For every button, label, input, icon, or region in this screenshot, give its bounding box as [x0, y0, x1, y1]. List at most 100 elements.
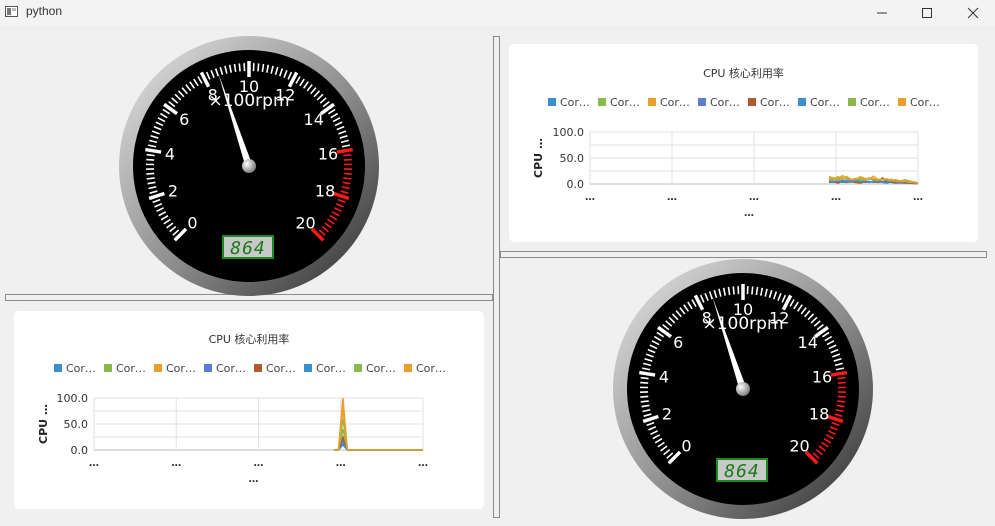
- legend-label[interactable]: Cor…: [166, 362, 196, 375]
- close-button[interactable]: [950, 0, 995, 26]
- legend-label[interactable]: Cor…: [416, 362, 446, 375]
- gauge-minor-tick: [343, 172, 352, 175]
- gauge-minor-tick: [343, 177, 352, 180]
- legend-label[interactable]: Cor…: [216, 362, 246, 375]
- x-tick-label: …: [831, 192, 841, 203]
- legend-label[interactable]: Cor…: [710, 96, 740, 109]
- legend-label[interactable]: Cor…: [116, 362, 146, 375]
- gauge-minor-tick: [837, 400, 846, 403]
- gauge-scale-label: 14: [304, 110, 324, 129]
- gauge-scale-label: 4: [165, 144, 175, 163]
- legend-label[interactable]: Cor…: [760, 96, 790, 109]
- legend-label[interactable]: Cor…: [366, 362, 396, 375]
- maximize-button[interactable]: [904, 0, 950, 26]
- gauge-minor-tick: [640, 395, 649, 398]
- legend-marker: [648, 98, 656, 106]
- gauge-minor-tick: [146, 177, 155, 180]
- x-tick-label: …: [89, 458, 99, 469]
- gauge-major-tick: [639, 370, 656, 377]
- gauge-scale-label: 14: [798, 333, 818, 352]
- gauge-scale-label: 16: [318, 144, 338, 163]
- gauge-minor-tick: [640, 376, 649, 380]
- gauge-minor-tick: [233, 63, 237, 73]
- chart-title: CPU 核心利用率: [703, 66, 784, 80]
- maximize-icon: [922, 8, 932, 18]
- minimize-icon: [877, 12, 887, 14]
- y-tick-label: 100.0: [57, 392, 89, 405]
- gauge-scale-label: 6: [179, 110, 189, 129]
- title-bar: python: [0, 0, 995, 26]
- rpm-gauge-right: 02468 10 1214161820×100rpm864: [613, 259, 873, 519]
- gauge-minor-tick: [755, 286, 759, 296]
- lcd-value: 864: [724, 461, 760, 482]
- y-axis-label: CPU …: [532, 138, 545, 178]
- x-tick-label: …: [254, 458, 264, 469]
- x-axis-label: …: [249, 474, 259, 485]
- cpu-chart-bottom: CPU 核心利用率 Cor… Cor… Cor… Cor… Cor… Cor… Cor… Cor…: [37, 332, 446, 485]
- gauge-minor-tick: [343, 158, 352, 161]
- gauge-minor-tick: [146, 158, 155, 161]
- vertical-splitter[interactable]: [493, 36, 500, 518]
- legend-marker: [404, 364, 412, 372]
- legend-marker: [54, 364, 62, 372]
- x-tick-label: …: [585, 192, 595, 203]
- gauge-unit-label: ×100rpm: [208, 91, 289, 111]
- legend-label[interactable]: Cor…: [810, 96, 840, 109]
- gauge-scale-label: 6: [673, 333, 683, 352]
- y-tick-label: 100.0: [553, 126, 585, 139]
- legend-label[interactable]: Cor…: [266, 362, 296, 375]
- legend-marker: [898, 98, 906, 106]
- y-tick-label: 0.0: [71, 444, 89, 457]
- gauge-scale-label: 20: [295, 214, 315, 233]
- gauge-minor-tick: [257, 63, 260, 72]
- gauge-minor-tick: [238, 63, 241, 72]
- gauge-minor-tick: [146, 172, 155, 175]
- gauge-scale-label: 16: [812, 367, 832, 386]
- gauge-minor-tick: [732, 286, 735, 295]
- window-title: python: [26, 4, 63, 18]
- series-line: [334, 408, 423, 451]
- x-tick-label: …: [336, 458, 346, 469]
- gauge-major-tick: [145, 147, 162, 154]
- legend-marker: [748, 98, 756, 106]
- gauge-unit-label: ×100rpm: [702, 314, 783, 334]
- legend-label[interactable]: Cor…: [560, 96, 590, 109]
- legend-label[interactable]: Cor…: [66, 362, 96, 375]
- gauge-minor-tick: [261, 63, 265, 73]
- legend-marker: [154, 364, 162, 372]
- gauge-scale-label: 18: [809, 405, 829, 424]
- close-icon: [967, 7, 979, 19]
- chart-title: CPU 核心利用率: [209, 332, 290, 346]
- gauge-major-tick: [830, 370, 847, 377]
- legend-label[interactable]: Cor…: [860, 96, 890, 109]
- legend-marker: [798, 98, 806, 106]
- x-tick-label: …: [749, 192, 759, 203]
- gauge-minor-tick: [837, 395, 846, 398]
- gauge-minor-tick: [640, 381, 649, 384]
- right-horizontal-splitter[interactable]: [500, 251, 987, 258]
- legend-marker: [848, 98, 856, 106]
- y-axis-label: CPU …: [37, 404, 50, 444]
- gauge-minor-tick: [343, 153, 352, 157]
- legend-marker: [104, 364, 112, 372]
- legend-marker: [698, 98, 706, 106]
- legend-label[interactable]: Cor…: [316, 362, 346, 375]
- legend-marker: [254, 364, 262, 372]
- legend-label[interactable]: Cor…: [660, 96, 690, 109]
- legend-label[interactable]: Cor…: [610, 96, 640, 109]
- legend-marker: [354, 364, 362, 372]
- minimize-button[interactable]: [859, 0, 905, 26]
- x-tick-label: …: [418, 458, 428, 469]
- y-tick-label: 0.0: [567, 178, 585, 191]
- x-tick-label: …: [667, 192, 677, 203]
- gauge-scale-label: 18: [315, 182, 335, 201]
- gauge-scale-label: 0: [681, 437, 691, 456]
- legend-marker: [548, 98, 556, 106]
- legend-label[interactable]: Cor…: [910, 96, 940, 109]
- gauge-scale-label: 2: [662, 405, 672, 424]
- y-tick-label: 50.0: [560, 152, 585, 165]
- gauge-minor-tick: [837, 381, 846, 384]
- gauge-minor-tick: [146, 153, 155, 157]
- cpu-chart-panel-bottom: CPU 核心利用率 Cor… Cor… Cor… Cor… Cor… Cor… Cor… Cor…: [14, 311, 484, 509]
- gauge-hub: [242, 159, 256, 173]
